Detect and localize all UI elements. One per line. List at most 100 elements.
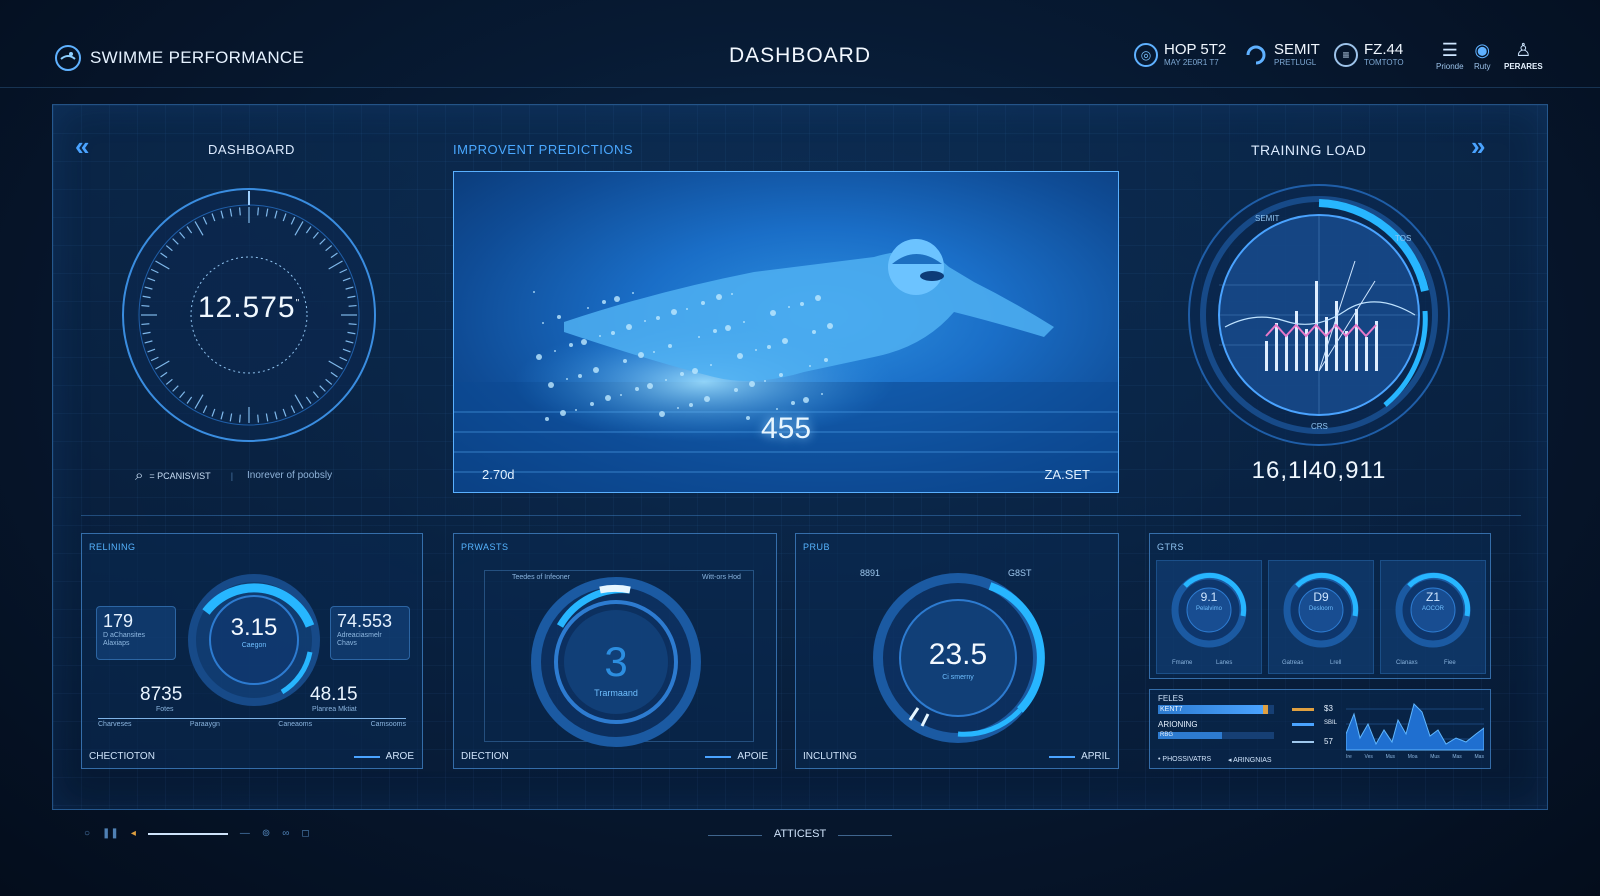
prev-arrow-icon[interactable]: « bbox=[75, 133, 89, 159]
legend-item: ◂ ARINGNIAS bbox=[1228, 757, 1272, 764]
card-prwasts[interactable]: PRWASTS Teedes of Infeoner Witt-ors Hod … bbox=[453, 533, 777, 769]
splash-droplet bbox=[644, 320, 646, 322]
video-time-left: 2.70d bbox=[482, 467, 515, 482]
axis-label: Charveses bbox=[98, 721, 132, 728]
card-metrics[interactable]: FELES KENT7 ARIONING RBG $3 SBIL 57 Ire … bbox=[1149, 689, 1491, 769]
splash-droplet bbox=[782, 338, 788, 344]
splash-droplet bbox=[605, 395, 611, 401]
metric-row-label: ARIONING bbox=[1158, 720, 1198, 729]
dial-value: 12.575" bbox=[119, 291, 379, 325]
card-footer-label: DIECTION bbox=[461, 751, 509, 762]
footer-label: ATTICEST bbox=[773, 828, 827, 840]
section-divider bbox=[81, 515, 1521, 516]
x-tick: Mus bbox=[1385, 754, 1396, 760]
gauge-value: 3.15 bbox=[230, 614, 278, 641]
legend-swatch bbox=[1292, 708, 1314, 711]
header-stat-hop[interactable]: ◎ HOP 5T2 MAY 2E0R1 T7 bbox=[1134, 42, 1226, 68]
splash-droplet bbox=[557, 315, 561, 319]
card-gtrs[interactable]: GTRS 9.1 Pelalvimo D9 Desloorn Z1 AOCOR … bbox=[1149, 533, 1491, 679]
user-icon: ♙ bbox=[1515, 40, 1532, 60]
header-stat-semit[interactable]: SEMIT PRETLUGL bbox=[1244, 42, 1320, 68]
stat-value: HOP 5T2 bbox=[1164, 41, 1227, 58]
splash-droplet bbox=[611, 331, 615, 335]
splash-droplet bbox=[599, 335, 601, 337]
card-relining[interactable]: RELINING 179 D aChansites Alaxiaps 74.55… bbox=[81, 533, 423, 769]
card-title: PRUB bbox=[803, 542, 831, 552]
search-control[interactable]: ⌕ = PCANISVIST | Inorever of poobsly bbox=[135, 467, 332, 484]
splash-droplet bbox=[815, 295, 821, 301]
splash-droplet bbox=[821, 393, 823, 395]
splash-droplet bbox=[677, 407, 679, 409]
x-tick: Mas bbox=[1474, 754, 1484, 760]
load-bar bbox=[1335, 301, 1338, 371]
load-bar bbox=[1355, 309, 1358, 371]
card-footer-link[interactable]: APOIE bbox=[705, 751, 768, 762]
legend-swatch bbox=[1292, 741, 1314, 743]
splash-droplet bbox=[749, 381, 755, 387]
header-stat-fz[interactable]: ≡ FZ.44 TOMTOTO bbox=[1334, 42, 1404, 68]
splash-droplet bbox=[809, 365, 811, 367]
splash-droplet bbox=[776, 408, 778, 410]
dial-sub: AOCOR bbox=[1421, 606, 1444, 612]
splash-droplet bbox=[581, 339, 587, 345]
header-globe-button[interactable]: ◉ Ruty bbox=[1474, 40, 1490, 71]
splash-droplet bbox=[665, 379, 667, 381]
search-hint: Inorever of poobsly bbox=[247, 470, 333, 481]
splash-droplet bbox=[548, 382, 554, 388]
splash-droplet bbox=[554, 350, 556, 352]
splash-droplet bbox=[620, 394, 622, 396]
splash-droplet bbox=[689, 403, 693, 407]
header-profile-button[interactable]: ♙ PERARES bbox=[1504, 40, 1543, 71]
card-prub[interactable]: PRUB 8891 G8ST 23.5 Ci smerny INCLUTING … bbox=[795, 533, 1119, 769]
dial-label: Lrell bbox=[1330, 660, 1342, 666]
gauge-value: 3 bbox=[604, 638, 628, 685]
load-bar bbox=[1345, 331, 1348, 371]
splash-droplet bbox=[632, 292, 634, 294]
gtrs-dials bbox=[1171, 572, 1471, 648]
splash-droplet bbox=[803, 397, 809, 403]
dial-tick bbox=[257, 207, 260, 216]
splash-droplet bbox=[593, 367, 599, 373]
splash-droplet bbox=[824, 358, 828, 362]
splash-droplet bbox=[725, 325, 731, 331]
ring-label: CRS bbox=[1311, 422, 1328, 431]
legend-item: • PHOSSIVATRS bbox=[1158, 756, 1212, 763]
metric-sub: D aChansites Alaxiaps bbox=[103, 632, 146, 647]
card-title: PRWASTS bbox=[461, 542, 509, 552]
card-footer-link[interactable]: APRIL bbox=[1049, 751, 1110, 762]
search-icon: ⌕ bbox=[135, 467, 144, 484]
x-tick: Ire bbox=[1346, 754, 1352, 760]
splash-droplet bbox=[701, 301, 705, 305]
metric-tag: KENT7 bbox=[1160, 706, 1183, 713]
swimmer-video-preview[interactable]: 455 2.70d ZA.SET bbox=[453, 171, 1119, 493]
splash-droplet bbox=[698, 336, 700, 338]
splash-droplet bbox=[734, 388, 738, 392]
center-panel-title: IMPROVENT PREDICTIONS bbox=[453, 142, 634, 157]
dial-value: Z1 bbox=[1425, 590, 1440, 604]
load-bar bbox=[1275, 323, 1278, 371]
axis-label: Camsooms bbox=[370, 721, 406, 728]
dial-label: Fmame bbox=[1172, 660, 1193, 666]
dial-value-unit: " bbox=[295, 298, 301, 309]
training-load-gauge: SEMIT TOS CRS bbox=[1188, 184, 1450, 446]
splash-droplet bbox=[587, 307, 589, 309]
gauge-value: 23.5 bbox=[928, 638, 988, 671]
splash-droplet bbox=[743, 321, 745, 323]
stat-sub: PRETLUGL bbox=[1274, 58, 1317, 67]
metric-box-right: 74.553 Adreaciasmelr Chavs bbox=[330, 606, 410, 660]
document-icon: ≡ bbox=[1334, 43, 1358, 67]
dial-tick bbox=[257, 414, 260, 423]
splash-droplet bbox=[686, 308, 688, 310]
dial-value: 9.1 bbox=[1200, 590, 1218, 604]
splash-droplet bbox=[602, 300, 606, 304]
splash-droplet bbox=[713, 329, 717, 333]
tag-right: Witt-ors Hod bbox=[702, 574, 741, 581]
metric-value: 179 bbox=[103, 611, 134, 631]
menu-icon: ☰ bbox=[1441, 40, 1458, 60]
splash-droplet bbox=[671, 309, 677, 315]
card-footer-link-label: APOIE bbox=[737, 751, 768, 762]
card-footer-link[interactable]: AROE bbox=[354, 751, 414, 762]
header-menu-button[interactable]: ☰ Prionde bbox=[1436, 40, 1464, 71]
next-arrow-icon[interactable]: » bbox=[1471, 133, 1485, 159]
splash-droplet bbox=[635, 387, 639, 391]
